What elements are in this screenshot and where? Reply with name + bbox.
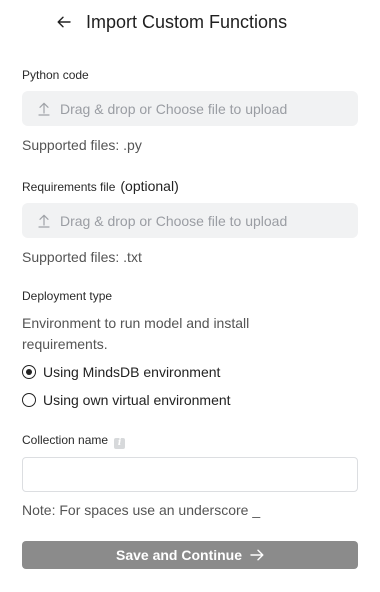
upload-icon — [38, 214, 50, 228]
dropzone-text: Drag & drop or Choose file to upload — [60, 100, 288, 117]
collection-note: Note: For spaces use an underscore _ — [22, 502, 261, 518]
arrow-left-icon[interactable] — [54, 12, 74, 32]
deployment-description: Environment to run model and install req… — [22, 315, 250, 352]
radio-button[interactable] — [22, 393, 36, 407]
radio-label: Using own virtual environment — [43, 392, 231, 408]
page-header: Import Custom Functions — [54, 10, 287, 34]
radio-button-selected[interactable] — [22, 365, 36, 379]
save-and-continue-button[interactable]: Save and Continue — [22, 541, 358, 569]
python-supported-files: Supported files: .py — [22, 137, 142, 153]
deployment-type-label: Deployment type — [22, 289, 113, 303]
optional-tag: (optional) — [120, 178, 179, 194]
dropzone-text: Drag & drop or Choose file to upload — [60, 212, 288, 229]
requirements-label-text: Requirements file — [22, 180, 116, 194]
info-icon[interactable]: i — [114, 437, 126, 449]
radio-own-virtual-environment[interactable]: Using own virtual environment — [22, 392, 231, 408]
radio-label: Using MindsDB environment — [43, 364, 221, 380]
requirements-label: Requirements file (optional) — [22, 178, 179, 194]
collection-name-label-text: Collection name — [22, 433, 109, 447]
python-code-dropzone[interactable]: Drag & drop or Choose file to upload — [22, 91, 358, 126]
save-and-continue-label: Save and Continue — [115, 547, 243, 563]
page-title: Import Custom Functions — [86, 11, 288, 32]
python-code-label: Python code — [22, 68, 89, 82]
radio-mindsdb-environment[interactable]: Using MindsDB environment — [22, 364, 220, 380]
requirements-dropzone[interactable]: Drag & drop or Choose file to upload — [22, 203, 358, 238]
collection-name-label: Collection name i — [22, 433, 126, 449]
collection-name-input[interactable] — [22, 457, 358, 492]
arrow-right-icon — [250, 549, 264, 561]
requirements-supported-files: Supported files: .txt — [22, 249, 142, 265]
upload-icon — [38, 102, 50, 116]
